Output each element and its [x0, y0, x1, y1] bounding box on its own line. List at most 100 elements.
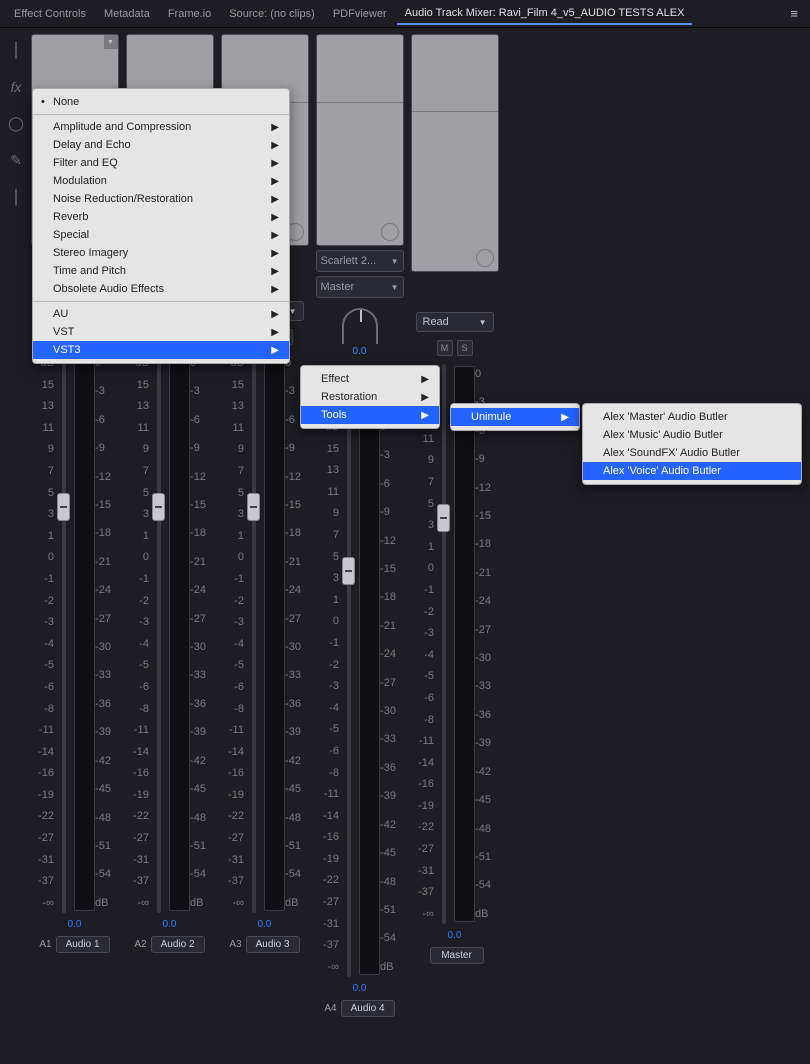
level-meter [169, 355, 191, 911]
pan-value[interactable]: 0.0 [353, 346, 367, 357]
panel-menu-icon[interactable]: ≡ [784, 6, 804, 21]
track-code: A2 [134, 939, 146, 950]
pan-knob[interactable] [342, 308, 378, 344]
tool-line-icon[interactable]: ⎮ [12, 42, 19, 59]
tools-submenu[interactable]: Unimule▶ [450, 403, 580, 431]
submenu-item[interactable]: Restoration▶ [301, 388, 439, 406]
track-name-field[interactable]: Audio 2 [151, 936, 205, 953]
menu-item[interactable]: Time and Pitch▶ [33, 262, 289, 280]
track-name-field[interactable]: Master [430, 947, 484, 964]
level-meter [74, 355, 96, 911]
gain-value[interactable]: 0.0 [68, 919, 82, 930]
gain-scale: dB151311975310-1-2-3-4-5-6-8-11-14-16-19… [221, 353, 244, 913]
submenu-item[interactable]: Unimule▶ [451, 408, 579, 426]
gain-value[interactable]: 0.0 [353, 983, 367, 994]
meter-scale: 0-3-6-9-12-15-18-21-24-27-30-33-36-39-42… [475, 364, 498, 924]
panel-tabs[interactable]: Effect Controls Metadata Frame.io Source… [0, 0, 810, 28]
track-Master: Read ▼ MSdB151311975310-1-2-3-4-5-6-8-11-1… [408, 34, 501, 1017]
chevron-down-icon: ▼ [479, 318, 487, 327]
fader-handle[interactable] [57, 493, 70, 521]
plugin-menu-item[interactable]: Alex 'SoundFX' Audio Butler [583, 444, 801, 462]
menu-item[interactable]: Stereo Imagery▶ [33, 244, 289, 262]
master-output-slot[interactable]: Master ▼ [316, 276, 404, 298]
fader-box: dB151311975310-1-2-3-4-5-6-8-11-14-16-19… [411, 364, 499, 924]
tab-effect-controls[interactable]: Effect Controls [6, 4, 94, 24]
track-name-field[interactable]: Audio 3 [246, 936, 300, 953]
menu-item[interactable]: VST3▶ [33, 341, 289, 359]
fader-box: dB151311975310-1-2-3-4-5-6-8-11-14-16-19… [31, 353, 119, 913]
send-output-slot[interactable]: Scarlett 2...▼ [316, 250, 404, 272]
tab-frameio[interactable]: Frame.io [160, 4, 219, 24]
menu-item[interactable]: Special▶ [33, 226, 289, 244]
tool-send-icon[interactable]: ◯ [8, 115, 24, 132]
menu-item[interactable]: VST▶ [33, 323, 289, 341]
menu-item-none[interactable]: •None [33, 93, 289, 111]
fader-handle[interactable] [342, 557, 355, 585]
meter-scale: 0-3-6-9-12-15-18-21-24-27-30-33-36-39-42… [285, 353, 308, 913]
fader-handle[interactable] [247, 493, 260, 521]
track-Audio 4: Scarlett 2...▼Master▼0.0Read▼MSRdB151311… [313, 34, 406, 1017]
unimule-submenu[interactable]: Alex 'Master' Audio ButlerAlex 'Music' A… [582, 403, 802, 485]
vst3-submenu[interactable]: Effect▶Restoration▶Tools▶ [300, 365, 440, 429]
track-code: A1 [39, 939, 51, 950]
track-label: A4 Audio 4 [324, 1000, 394, 1017]
track-code: A3 [229, 939, 241, 950]
tab-source[interactable]: Source: (no clips) [221, 4, 323, 24]
gain-value[interactable]: 0.0 [163, 919, 177, 930]
tab-pdfviewer[interactable]: PDFviewer [325, 4, 395, 24]
fader-handle[interactable] [152, 493, 165, 521]
fader-slot[interactable] [244, 353, 264, 913]
menu-item[interactable]: AU▶ [33, 305, 289, 323]
fader-box: dB151311975310-1-2-3-4-5-6-8-11-14-16-19… [316, 417, 404, 977]
tool-brush-icon[interactable]: ✎ [10, 152, 22, 169]
fx-context-menu[interactable]: •None Amplitude and Compression▶Delay and… [32, 88, 290, 364]
track-code: A4 [324, 1003, 336, 1014]
gain-value[interactable]: 0.0 [258, 919, 272, 930]
menu-item[interactable]: Reverb▶ [33, 208, 289, 226]
fader-slot[interactable] [339, 417, 359, 977]
menu-item[interactable]: Filter and EQ▶ [33, 154, 289, 172]
menu-item[interactable]: Modulation▶ [33, 172, 289, 190]
chevron-down-icon: ▼ [391, 283, 399, 292]
menu-item[interactable]: Noise Reduction/Restoration▶ [33, 190, 289, 208]
gain-scale: dB151311975310-1-2-3-4-5-6-8-11-14-16-19… [411, 364, 434, 924]
fx-knob-icon[interactable] [381, 223, 399, 241]
plugin-menu-item[interactable]: Alex 'Music' Audio Butler [583, 426, 801, 444]
mixer-sidebar-tools: ⎮ fx ◯ ✎ ⎮ [4, 34, 28, 1017]
gain-value[interactable]: 0.0 [448, 930, 462, 941]
s-button[interactable]: S [457, 340, 473, 356]
menu-item[interactable]: Amplitude and Compression▶ [33, 118, 289, 136]
track-label: A2 Audio 2 [134, 936, 204, 953]
track-name-field[interactable]: Audio 1 [56, 936, 110, 953]
fx-dropdown-icon[interactable]: ▼ [104, 35, 118, 49]
automation-mode-label: Read [423, 316, 449, 328]
tool-line2-icon[interactable]: ⎮ [12, 189, 19, 206]
fader-slot[interactable] [54, 353, 74, 913]
send-output-label: Scarlett 2... [321, 255, 377, 267]
level-meter [454, 366, 476, 922]
meter-scale: 0-3-6-9-12-15-18-21-24-27-30-33-36-39-42… [190, 353, 213, 913]
master-output-label: Master [321, 281, 355, 293]
submenu-item[interactable]: Effect▶ [301, 370, 439, 388]
fx-slot[interactable] [316, 34, 404, 246]
fx-slot[interactable] [411, 34, 499, 272]
gain-scale: dB151311975310-1-2-3-4-5-6-8-11-14-16-19… [126, 353, 149, 913]
submenu-item[interactable]: Tools▶ [301, 406, 439, 424]
level-meter [264, 355, 286, 911]
fx-knob-icon[interactable] [476, 249, 494, 267]
gain-scale: dB151311975310-1-2-3-4-5-6-8-11-14-16-19… [316, 417, 339, 977]
menu-item[interactable]: Obsolete Audio Effects▶ [33, 280, 289, 298]
tab-metadata[interactable]: Metadata [96, 4, 158, 24]
fader-slot[interactable] [434, 364, 454, 924]
fader-slot[interactable] [149, 353, 169, 913]
plugin-menu-item[interactable]: Alex 'Voice' Audio Butler [583, 462, 801, 480]
tab-audio-track-mixer[interactable]: Audio Track Mixer: Ravi_Film 4_v5_AUDIO … [397, 3, 693, 25]
fader-handle[interactable] [437, 504, 450, 532]
tool-fx-icon[interactable]: fx [11, 79, 22, 95]
meter-scale: 0-3-6-9-12-15-18-21-24-27-30-33-36-39-42… [95, 353, 118, 913]
track-name-field[interactable]: Audio 4 [341, 1000, 395, 1017]
plugin-menu-item[interactable]: Alex 'Master' Audio Butler [583, 408, 801, 426]
m-button[interactable]: M [437, 340, 453, 356]
menu-item[interactable]: Delay and Echo▶ [33, 136, 289, 154]
automation-mode-dropdown[interactable]: Read ▼ [416, 312, 494, 332]
